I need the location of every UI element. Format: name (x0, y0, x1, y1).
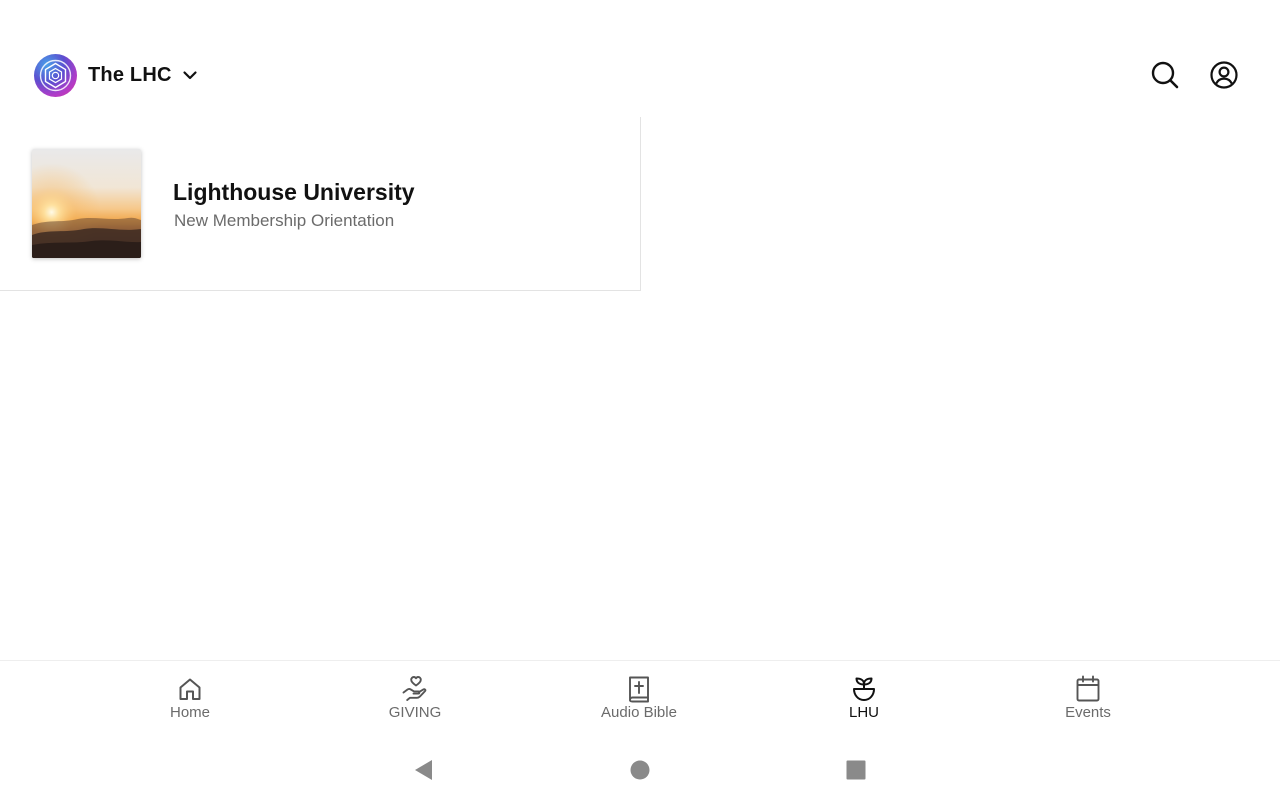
list-item[interactable]: Lighthouse University New Membership Ori… (0, 117, 640, 290)
home-icon (176, 675, 204, 703)
system-navigation-bar (0, 740, 1280, 800)
nav-label-giving: GIVING (388, 704, 442, 721)
recents-square-icon (845, 759, 867, 781)
nav-item-events[interactable]: Events (1008, 661, 1168, 733)
sprout-pot-icon (850, 675, 878, 703)
content-list: Lighthouse University New Membership Ori… (0, 117, 641, 291)
calendar-icon (1074, 675, 1102, 703)
search-button[interactable] (1149, 59, 1181, 91)
account-circle-icon (1209, 60, 1239, 90)
lhc-logo-icon (34, 53, 77, 97)
profile-button[interactable] (1208, 59, 1240, 91)
nav-item-lhu[interactable]: LHU (784, 661, 944, 733)
nav-item-giving[interactable]: GIVING (335, 661, 495, 733)
nav-label-lhu: LHU (848, 704, 879, 721)
nav-item-home[interactable]: Home (110, 661, 270, 733)
sunrise-over-clouds-image (32, 149, 141, 258)
app-header: The LHC (0, 0, 1280, 117)
bible-icon (625, 675, 653, 703)
chevron-down-icon (181, 66, 199, 84)
bottom-navigation: Home GIVING Audio Bible LHU Events (0, 660, 1280, 741)
search-icon (1150, 60, 1180, 90)
nav-label-audio-bible: Audio Bible (601, 704, 677, 721)
nav-item-audio-bible[interactable]: Audio Bible (559, 661, 719, 733)
org-switcher[interactable]: The LHC (34, 53, 199, 97)
nav-label-events: Events (1065, 704, 1111, 721)
hand-heart-icon (401, 675, 429, 703)
back-triangle-icon (412, 758, 434, 782)
system-home-button[interactable] (626, 756, 654, 784)
item-title: Lighthouse University (173, 179, 415, 205)
system-recents-button[interactable] (842, 756, 870, 784)
home-circle-icon (629, 759, 651, 781)
system-back-button[interactable] (409, 756, 437, 784)
app-root: The LHC Lighthouse University New Member… (0, 0, 1280, 800)
nav-label-home: Home (169, 704, 210, 721)
header-actions (1149, 59, 1240, 91)
org-name: The LHC (88, 63, 172, 86)
item-subtitle: New Membership Orientation (174, 211, 395, 230)
